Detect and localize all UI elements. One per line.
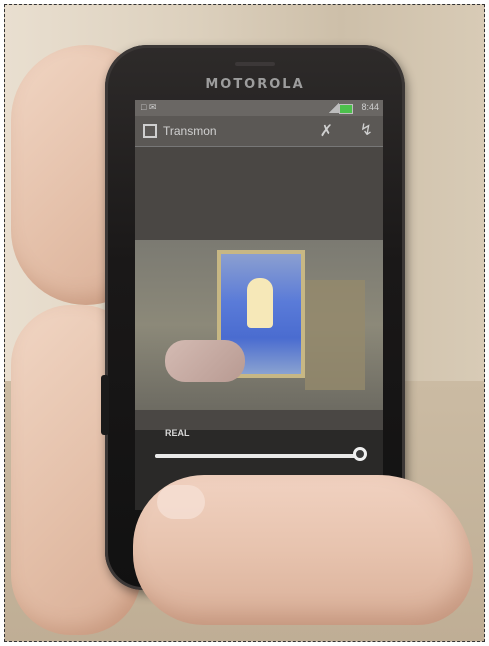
close-button[interactable]: ✗ bbox=[320, 121, 333, 141]
app-title-bar: Transmon ✗ ↯ bbox=[135, 116, 383, 147]
battery-icon bbox=[339, 104, 353, 114]
camera-preview bbox=[135, 240, 383, 410]
card-figure bbox=[247, 278, 273, 328]
thumbnail bbox=[157, 485, 205, 519]
preview-board bbox=[305, 280, 365, 390]
share-button[interactable]: ↯ bbox=[360, 120, 373, 140]
signal-icon bbox=[329, 103, 339, 113]
blend-slider[interactable] bbox=[155, 447, 367, 461]
photo-frame: MOTOROLA □ ✉ 8:44 Transmon ✗ ↯ REAL bbox=[4, 4, 485, 642]
speaker-grille bbox=[235, 62, 275, 66]
phone-screen: □ ✉ 8:44 Transmon ✗ ↯ REAL bbox=[135, 100, 383, 510]
slider-fill bbox=[155, 454, 359, 458]
app-title: Transmon bbox=[163, 124, 217, 138]
slider-thumb[interactable] bbox=[353, 447, 367, 461]
status-time: 8:44 bbox=[361, 102, 379, 112]
app-icon bbox=[143, 124, 157, 138]
slider-label: REAL bbox=[165, 428, 190, 438]
status-notification-icons: □ ✉ bbox=[141, 102, 157, 112]
volume-button bbox=[101, 375, 109, 435]
preview-hand bbox=[165, 340, 245, 382]
brand-logo: MOTOROLA bbox=[205, 77, 305, 92]
status-bar: □ ✉ 8:44 bbox=[135, 100, 383, 116]
thumb-finger bbox=[133, 475, 473, 625]
